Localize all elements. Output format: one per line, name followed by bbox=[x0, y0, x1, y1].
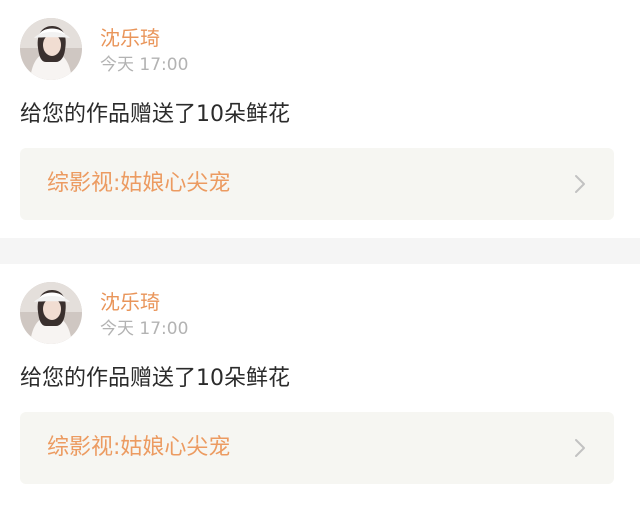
notification-message: 给您的作品赠送了10朵鲜花 bbox=[20, 102, 290, 127]
user-avatar[interactable] bbox=[20, 18, 82, 80]
chevron-right-icon bbox=[575, 439, 585, 457]
timestamp: 今天 17:00 bbox=[100, 319, 189, 339]
notification-feed: 沈乐琦 今天 17:00 给您的作品赠送了10朵鲜花 综影视:姑娘心尖宠 沈乐琦… bbox=[0, 0, 640, 518]
user-avatar[interactable] bbox=[20, 282, 82, 344]
chevron-right-icon bbox=[575, 175, 585, 193]
avatar-image bbox=[20, 18, 82, 80]
username[interactable]: 沈乐琦 bbox=[100, 25, 160, 51]
work-title: 综影视:姑娘心尖宠 bbox=[47, 435, 231, 460]
work-link[interactable]: 综影视:姑娘心尖宠 bbox=[20, 148, 614, 220]
work-title: 综影视:姑娘心尖宠 bbox=[47, 171, 231, 196]
avatar-image bbox=[20, 282, 82, 344]
work-link[interactable]: 综影视:姑娘心尖宠 bbox=[20, 412, 614, 484]
notification-card: 沈乐琦 今天 17:00 给您的作品赠送了10朵鲜花 综影视:姑娘心尖宠 bbox=[0, 0, 640, 238]
timestamp: 今天 17:00 bbox=[100, 55, 189, 75]
card-separator bbox=[0, 238, 640, 264]
notification-message: 给您的作品赠送了10朵鲜花 bbox=[20, 366, 290, 391]
username[interactable]: 沈乐琦 bbox=[100, 289, 160, 315]
notification-card: 沈乐琦 今天 17:00 给您的作品赠送了10朵鲜花 综影视:姑娘心尖宠 bbox=[0, 264, 640, 518]
